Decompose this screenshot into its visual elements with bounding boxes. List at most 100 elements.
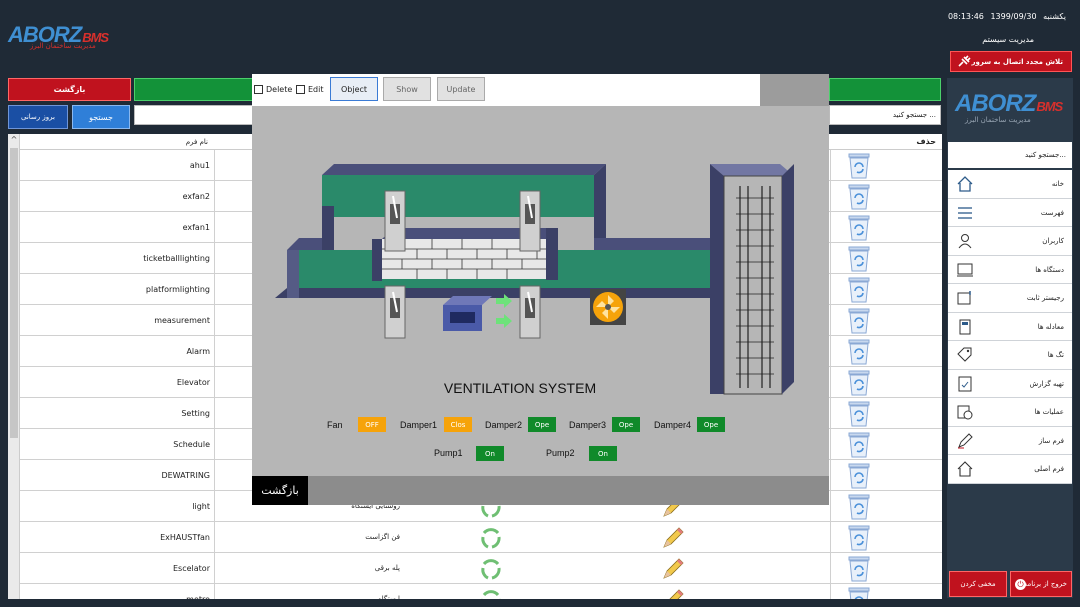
damper-4 [519, 285, 541, 339]
damper4-label: Damper4 [654, 420, 692, 430]
exit-button[interactable]: ⏻ خروج از برنامه [1010, 571, 1072, 597]
search-button[interactable]: جستجو [72, 105, 130, 129]
sidebar-item-label: عملیات ها [1034, 408, 1064, 416]
modal-toolbar: Delete Edit Object Show Update [252, 74, 760, 106]
clock-date: 1399/09/30 [990, 12, 1037, 21]
main-form-icon [956, 460, 974, 478]
fan-status[interactable]: OFF [358, 417, 386, 432]
form-name: Elevator [20, 367, 215, 398]
show-button[interactable]: Show [383, 77, 431, 101]
table-row[interactable]: Escelator پله برقی [20, 553, 942, 584]
delete-trash-icon[interactable] [846, 462, 872, 490]
delete-checkbox-label: Delete [266, 85, 293, 94]
sidebar-item-device[interactable]: دستگاه ها [948, 256, 1072, 284]
delete-trash-icon[interactable] [846, 276, 872, 304]
delete-checkbox[interactable]: Delete [254, 85, 292, 94]
search-input[interactable]: جستجو کنید ... [829, 105, 941, 125]
status-bar-left [134, 78, 254, 101]
damper3-label: Damper3 [569, 420, 607, 430]
damper1-status[interactable]: Clos [444, 417, 472, 432]
refresh-row-icon[interactable] [478, 587, 504, 599]
clock-day: یکشنبه [1043, 12, 1066, 21]
delete-trash-icon[interactable] [846, 400, 872, 428]
sidebar: ABORZBMS مدیریت ساختمان البرز جستجو کنید… [947, 78, 1073, 598]
pump1-label: Pump1 [434, 448, 463, 458]
sidebar-item-list[interactable]: فهرست [948, 199, 1072, 227]
delete-trash-icon[interactable] [846, 369, 872, 397]
edit-pencil-icon[interactable] [660, 556, 686, 582]
sidebar-item-operations[interactable]: عملیات ها [948, 398, 1072, 427]
form-title-fa: فن اگزاست [365, 533, 400, 541]
hmi-modal: Delete Edit Object Show Update VENTILATI… [252, 74, 829, 505]
sidebar-item-label: معادله ها [1037, 322, 1064, 331]
modal-back-button[interactable]: بازگشت [252, 476, 308, 505]
delete-trash-icon[interactable] [846, 431, 872, 459]
table-row[interactable]: motro ایستگاه [20, 584, 942, 599]
delete-trash-icon[interactable] [846, 152, 872, 180]
form-name: Alarm [20, 336, 215, 367]
sidebar-item-home[interactable]: خانه [948, 170, 1072, 199]
list-icon [956, 204, 974, 222]
table-scrollbar[interactable]: ^ [8, 134, 20, 599]
sidebar-item-label: رجیستر ثابت [1026, 294, 1064, 302]
edit-checkbox-label: Edit [308, 85, 324, 94]
damper4-status[interactable]: Ope [697, 417, 725, 432]
form-name: ticketballlighting [20, 243, 215, 274]
form-name: Setting [20, 398, 215, 429]
sidebar-logo-bms: BMS [1036, 99, 1063, 114]
delete-trash-icon[interactable] [846, 214, 872, 242]
status-bar-right [829, 78, 941, 101]
sidebar-item-label: تهیه گزارش [1029, 379, 1064, 388]
damper2-label: Damper2 [485, 420, 523, 430]
delete-trash-icon[interactable] [846, 586, 872, 599]
edit-pencil-icon[interactable] [660, 587, 686, 599]
reconnect-button[interactable]: تلاش مجدد اتصال به سرور [950, 51, 1072, 72]
sidebar-item-main-form[interactable]: فرم اصلی [948, 455, 1072, 484]
delete-trash-icon[interactable] [846, 245, 872, 273]
delete-trash-icon[interactable] [846, 493, 872, 521]
form-name: exfan1 [20, 212, 215, 243]
delete-trash-icon[interactable] [846, 524, 872, 552]
app-logo: ABORZBMS مدیریت ساختمان البرز [8, 22, 118, 52]
damper2-status[interactable]: Ope [528, 417, 556, 432]
sidebar-item-user[interactable]: کاربران [948, 227, 1072, 256]
column-header-delete: حذف [916, 137, 936, 146]
search-input-left[interactable] [134, 105, 254, 125]
form-name: Schedule [20, 429, 215, 460]
table-row[interactable]: ExHAUSTfan فن اگزاست [20, 522, 942, 553]
pump2-status[interactable]: On [589, 446, 617, 461]
register-icon [956, 289, 974, 307]
refresh-row-icon[interactable] [478, 525, 504, 551]
scroll-up-icon[interactable]: ^ [9, 135, 19, 145]
pump2-label: Pump2 [546, 448, 575, 458]
sidebar-item-tag[interactable]: تگ ها [948, 341, 1072, 370]
clock: 08:13:46 1399/09/30 یکشنبه [948, 12, 1066, 21]
update-button[interactable]: Update [437, 77, 485, 101]
refresh-button[interactable]: بروز رسانی [8, 105, 68, 129]
sidebar-item-register[interactable]: رجیستر ثابت [948, 284, 1072, 313]
pump1-status[interactable]: On [476, 446, 504, 461]
scroll-thumb[interactable] [10, 148, 18, 438]
object-button[interactable]: Object [330, 77, 378, 101]
sidebar-item-report[interactable]: تهیه گزارش [948, 370, 1072, 398]
damper-3 [384, 285, 406, 339]
form-name: Escelator [20, 553, 215, 584]
sidebar-search-input[interactable]: جستجو کنید... [948, 142, 1072, 168]
exhaust-fan-icon [590, 289, 626, 325]
modal-toolbar-right [760, 74, 829, 106]
sidebar-item-label: تگ ها [1047, 351, 1064, 359]
column-header-name: نام فرم [185, 138, 208, 146]
delete-trash-icon[interactable] [846, 183, 872, 211]
sidebar-item-calculator[interactable]: معادله ها [948, 313, 1072, 341]
hide-button[interactable]: مخفی کردن [949, 571, 1007, 597]
damper3-status[interactable]: Ope [612, 417, 640, 432]
form-name: platformlighting [20, 274, 215, 305]
delete-trash-icon[interactable] [846, 555, 872, 583]
edit-pencil-icon[interactable] [660, 525, 686, 551]
refresh-row-icon[interactable] [478, 556, 504, 582]
delete-trash-icon[interactable] [846, 338, 872, 366]
delete-trash-icon[interactable] [846, 307, 872, 335]
edit-checkbox[interactable]: Edit [296, 85, 324, 94]
sidebar-item-pen[interactable]: فرم ساز [948, 427, 1072, 455]
back-button[interactable]: بازگشت [8, 78, 131, 101]
